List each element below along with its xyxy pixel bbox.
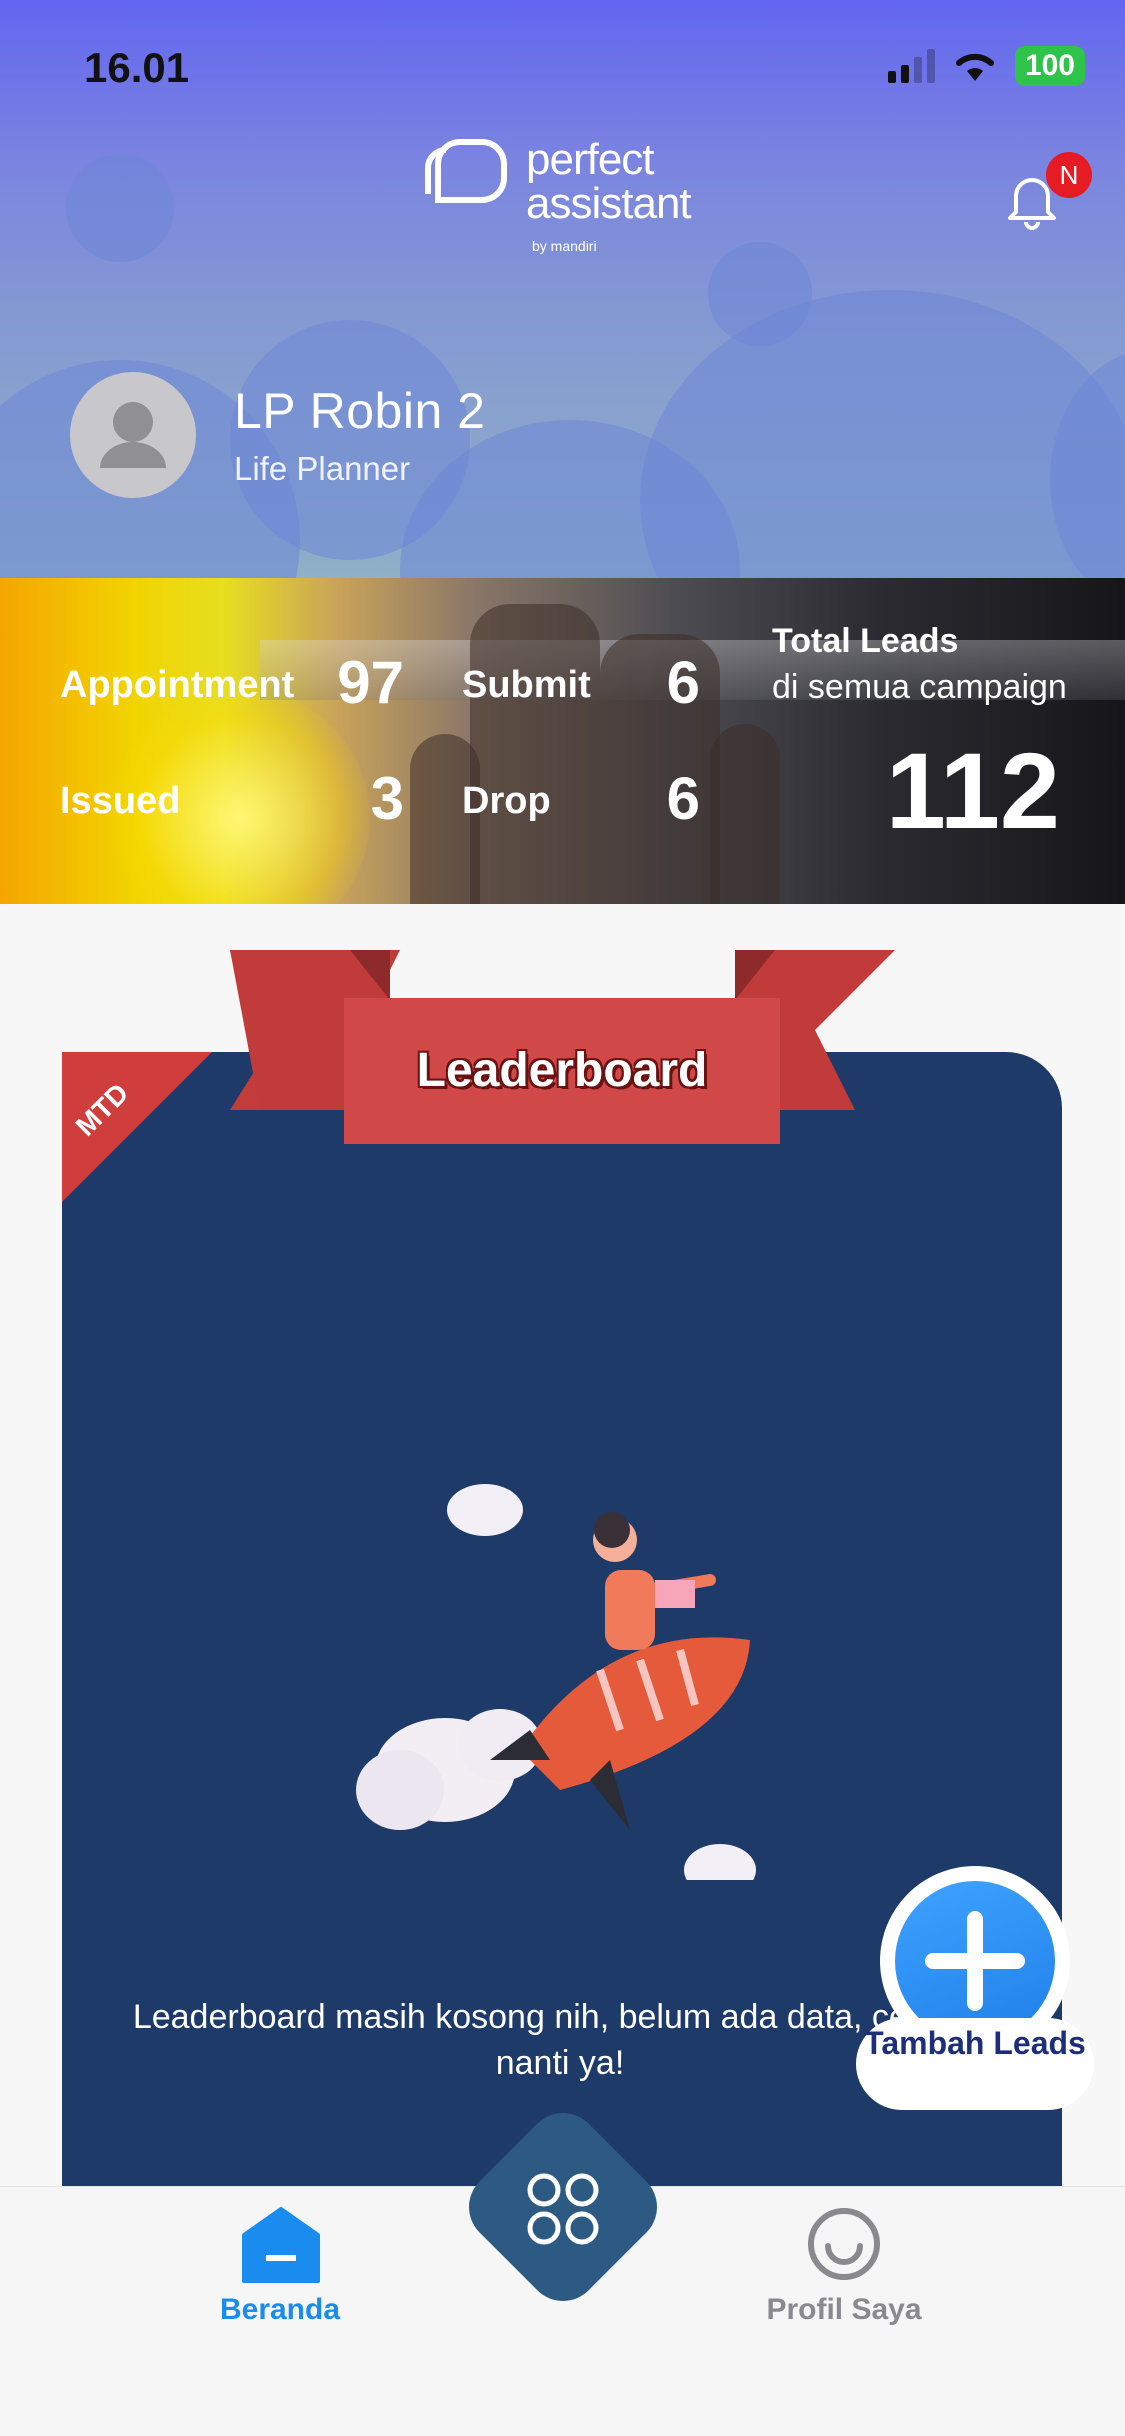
total-leads-subtitle: di semua campaign <box>772 668 1067 706</box>
notification-badge: N <box>1046 152 1092 198</box>
submit-label: Submit <box>462 664 591 706</box>
app-logo: perfect assistant by mandiri <box>424 135 692 254</box>
home-icon[interactable] <box>240 2205 322 2285</box>
add-leads-label[interactable]: Tambah Leads <box>856 2024 1094 2062</box>
rocket-illustration-icon <box>356 1484 756 1880</box>
signal-icon <box>887 49 935 83</box>
avatar[interactable] <box>70 372 196 498</box>
perfect-assistant-logo-icon <box>425 139 507 203</box>
banner-family-photo <box>470 604 600 904</box>
grid-menu-icon[interactable] <box>520 2166 606 2252</box>
battery-indicator: 100 <box>1014 46 1085 86</box>
user-name: LP Robin 2 <box>234 383 486 439</box>
status-time: 16.01 <box>84 44 190 91</box>
stats-banner[interactable]: Appointment 97 Submit 6 Issued 3 Drop 6 … <box>0 578 1125 904</box>
mtd-badge: MTD <box>62 1052 212 1202</box>
app-screen: 16.01 100 perfect assistant by mandiri N… <box>0 0 1125 2436</box>
logo-line1: perfect <box>526 135 655 184</box>
issued-value: 3 <box>370 765 404 832</box>
appointment-label: Appointment <box>60 664 295 706</box>
submit-value: 6 <box>666 649 700 716</box>
total-leads-value: 112 <box>885 730 1060 851</box>
nav-home-label[interactable]: Beranda <box>160 2293 400 2327</box>
user-icon <box>100 402 166 468</box>
drop-label: Drop <box>462 780 551 822</box>
logo-sub: by mandiri <box>532 238 597 254</box>
status-icons: 100 <box>887 46 1085 86</box>
appointment-value: 97 <box>337 649 404 716</box>
banner-family-photo <box>710 724 780 904</box>
smile-icon[interactable] <box>806 2206 882 2282</box>
logo-line2: assistant <box>526 179 692 228</box>
total-leads-title: Total Leads <box>772 622 959 660</box>
issued-label: Issued <box>60 780 181 822</box>
add-leads-button-circle[interactable] <box>895 1881 1055 2041</box>
nav-profile-label[interactable]: Profil Saya <box>724 2293 964 2327</box>
cloud-decoration <box>66 154 174 262</box>
header: 16.01 100 perfect assistant by mandiri N… <box>0 0 1125 578</box>
wifi-icon <box>955 53 994 81</box>
leaderboard-title: Leaderboard <box>344 998 780 1144</box>
drop-value: 6 <box>666 765 700 832</box>
user-role: Life Planner <box>234 450 411 487</box>
plus-icon <box>925 1911 1025 2011</box>
